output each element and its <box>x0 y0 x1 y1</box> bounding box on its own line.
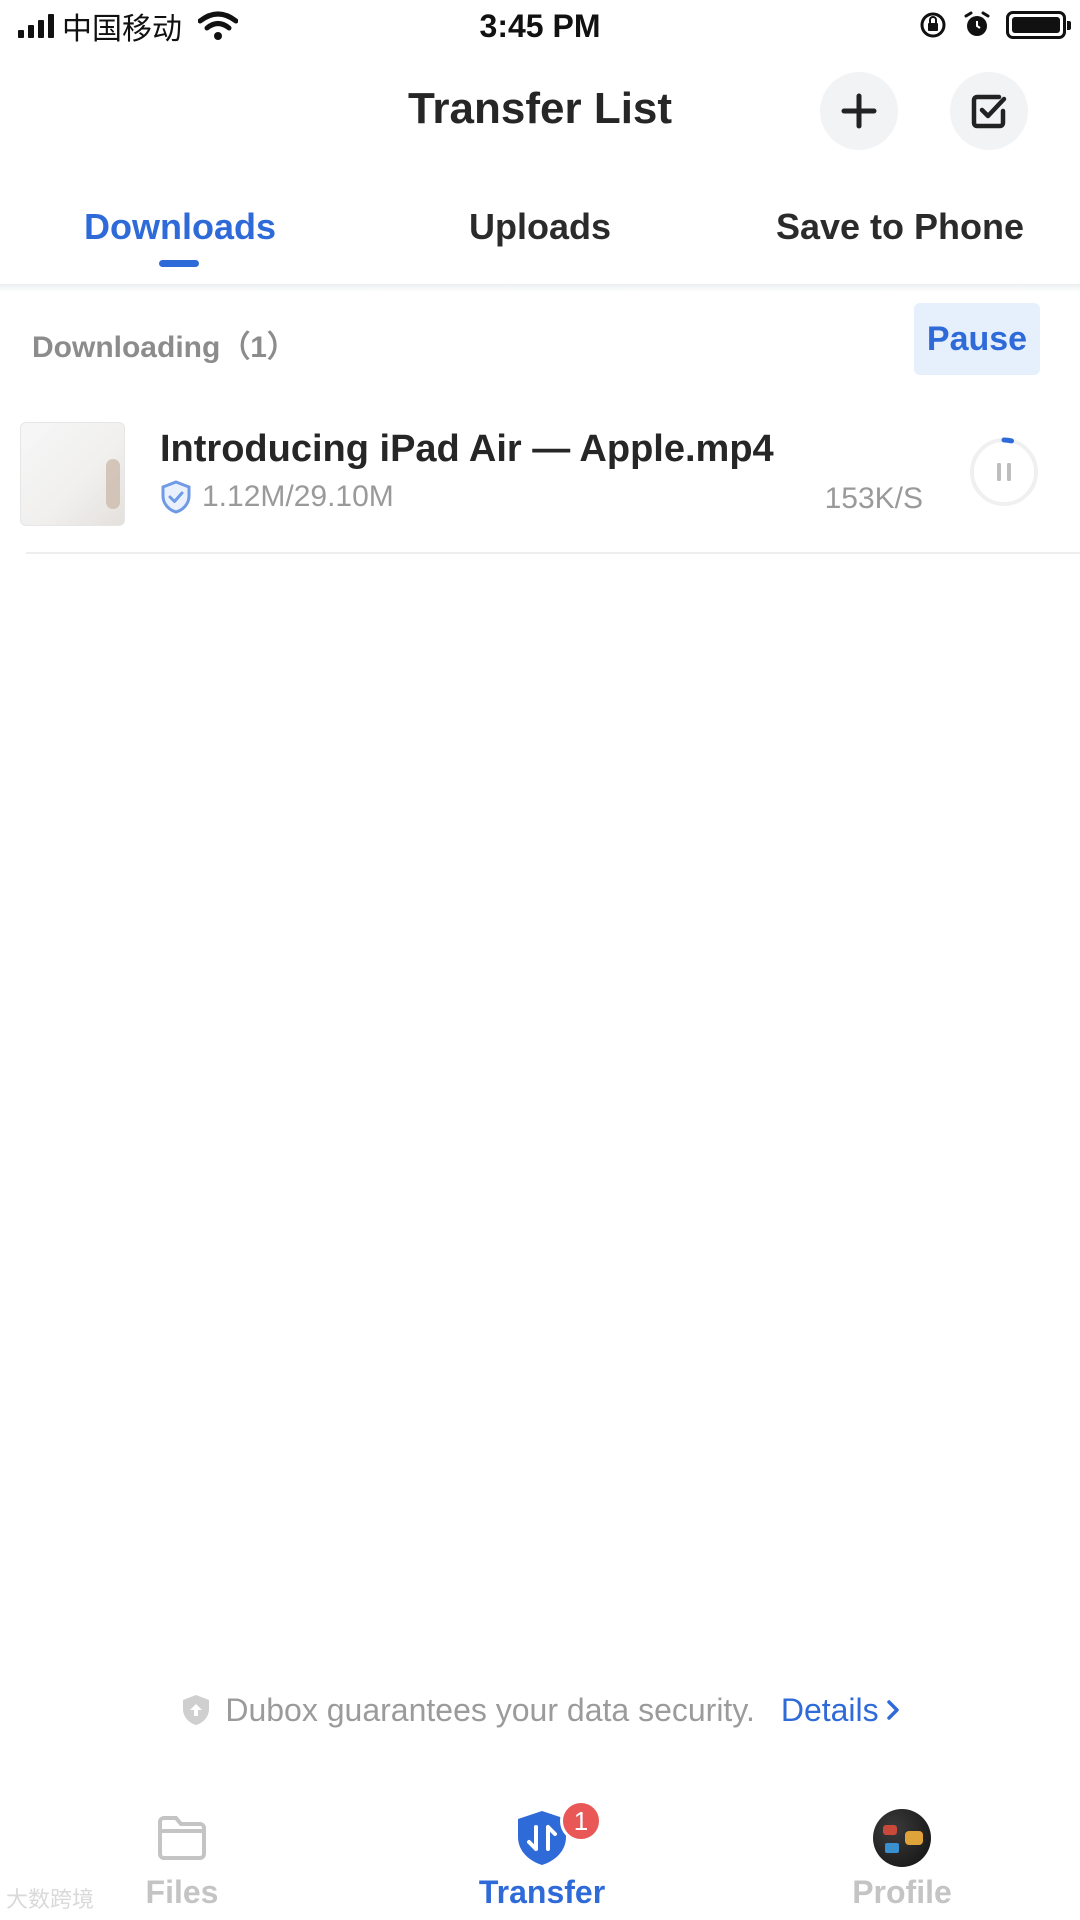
status-bar: 中国移动 3:45 PM <box>0 0 1080 52</box>
pause-download-button[interactable] <box>968 436 1040 508</box>
item-divider <box>26 552 1080 554</box>
watermark: 大数跨境 <box>6 1888 95 1913</box>
tabbar-transfer[interactable]: 1 Transfer <box>442 1800 642 1920</box>
bottom-tab-bar: Files 1 Transfer Profile <box>0 1800 1080 1920</box>
chevron-right-icon <box>886 1700 899 1720</box>
tab-downloads[interactable]: Downloads <box>80 206 280 248</box>
file-name: Introducing iPad Air — Apple.mp4 <box>160 428 774 470</box>
section-header: Downloading（1） Pause <box>0 300 1080 378</box>
active-tab-indicator <box>159 260 199 267</box>
transfer-tabs: Downloads Uploads Save to Phone <box>0 190 1080 280</box>
details-link[interactable]: Details <box>781 1692 901 1729</box>
battery-icon <box>1006 11 1071 39</box>
tabbar-transfer-label: Transfer <box>478 1874 606 1910</box>
section-title: Downloading（1） <box>32 331 297 364</box>
item-meta: 1.12M/29.10M <box>160 480 394 514</box>
list-item[interactable]: Introducing iPad Air — Apple.mp4 1.12M/2… <box>0 410 1080 555</box>
transfer-count-badge: 1 <box>560 1800 602 1842</box>
folder-icon <box>152 1808 212 1868</box>
video-thumbnail <box>20 422 125 526</box>
status-right <box>918 10 1071 40</box>
checkbox-edit-icon <box>971 94 1007 129</box>
tabbar-profile[interactable]: Profile <box>802 1800 1002 1920</box>
divider <box>0 284 1080 292</box>
security-notice: Dubox guarantees your data security. Det… <box>0 1690 1080 1730</box>
pause-all-button[interactable]: Pause <box>914 303 1040 375</box>
tabbar-files[interactable]: Files <box>82 1800 282 1920</box>
download-speed: 153K/S <box>824 482 923 515</box>
plus-icon <box>841 93 877 129</box>
alarm-icon <box>964 11 990 36</box>
header: Transfer List <box>0 60 1080 160</box>
orientation-lock-icon <box>920 12 946 38</box>
details-label: Details <box>780 1691 879 1728</box>
security-message: Dubox guarantees your data security. <box>225 1691 755 1728</box>
avatar <box>872 1808 932 1868</box>
tabbar-files-label: Files <box>145 1874 219 1910</box>
tabbar-profile-label: Profile <box>852 1874 952 1910</box>
add-button[interactable] <box>820 72 898 150</box>
progress-text: 1.12M/29.10M <box>202 480 394 513</box>
shield-check-icon <box>161 480 191 514</box>
tab-uploads[interactable]: Uploads <box>440 206 640 248</box>
tab-save-to-phone[interactable]: Save to Phone <box>760 206 1040 248</box>
select-button[interactable] <box>950 72 1028 150</box>
shield-upload-icon <box>183 1695 210 1725</box>
page-title: Transfer List <box>407 84 673 133</box>
